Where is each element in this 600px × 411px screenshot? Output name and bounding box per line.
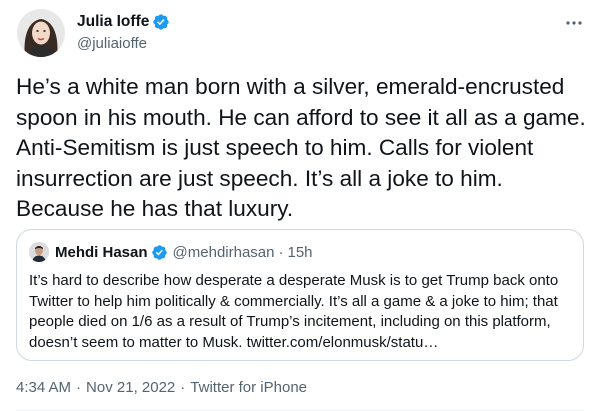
tweet-text: He’s a white man born with a silver, eme… [16,74,591,222]
meta-separator: · [76,379,82,396]
author-handle[interactable]: @juliaioffe [77,35,170,52]
tweet-time[interactable]: 4:34 AM [16,379,71,396]
author-avatar[interactable] [17,9,65,57]
more-horizontal-icon[interactable] [564,13,584,33]
tweet-date[interactable]: Nov 21, 2022 [86,379,175,396]
quoted-author-handle: @mehdirhasan [172,243,275,261]
tweet: Julia Ioffe @juliaioffe He’s a white man… [0,0,600,411]
author-display-name[interactable]: Julia Ioffe [77,13,149,31]
quoted-tweet-text: It’s hard to describe how desperate a de… [29,272,563,351]
quoted-avatar-image [29,242,49,262]
author-names: Julia Ioffe @juliaioffe [77,12,170,52]
avatar-image [17,9,65,57]
quoted-author-avatar [29,242,49,262]
quoted-separator: · [278,243,284,261]
tweet-header: Julia Ioffe @juliaioffe [16,9,584,57]
meta-separator: · [180,379,186,396]
tweet-metadata: 4:34 AM · Nov 21, 2022 · Twitter for iPh… [16,379,307,396]
verified-badge-icon [153,14,170,30]
more-dots-icon [566,21,582,25]
quoted-author-display-name: Mehdi Hasan [55,243,148,261]
quoted-timestamp: 15h [287,243,313,261]
quoted-tweet[interactable]: Mehdi Hasan @mehdirhasan · 15h It’s hard… [16,229,584,361]
quoted-tweet-header: Mehdi Hasan @mehdirhasan · 15h [29,242,571,262]
quoted-verified-badge-icon [151,244,167,260]
tweet-source[interactable]: Twitter for iPhone [190,379,307,396]
author-name-row: Julia Ioffe [77,12,170,32]
